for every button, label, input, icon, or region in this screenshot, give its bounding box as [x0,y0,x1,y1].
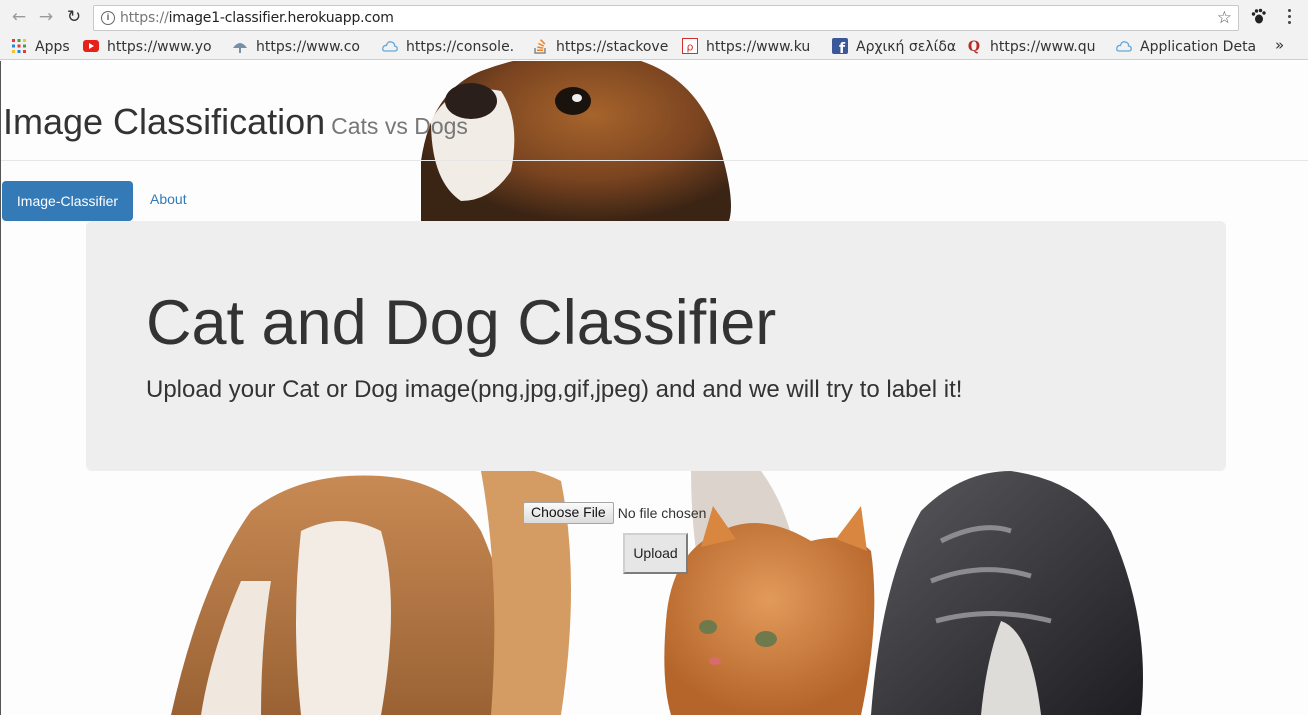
bookmarks-overflow-button[interactable]: » [1275,36,1284,54]
bookmark-star-icon[interactable]: ☆ [1217,8,1232,28]
bookmark-application[interactable]: Application Deta [1116,38,1256,56]
bookmark-console[interactable]: https://console. [382,38,518,56]
bookmark-facebook[interactable]: f Αρχική σελίδα [832,38,958,56]
bookmark-quora[interactable]: Qhttps://www.qu [966,38,1102,56]
svg-text:ρ: ρ [687,41,694,54]
bookmark-label: Αρχική σελίδα [856,39,957,55]
bookmark-youtube[interactable]: https://www.yo [83,38,217,56]
header-divider [1,160,1308,161]
apps-grid-icon [12,39,26,53]
file-status-text: No file chosen [617,505,707,521]
bookmark-apps[interactable]: Apps [11,38,73,56]
info-icon[interactable]: i [101,11,115,25]
bookmark-red-icon: ρ [682,38,698,54]
tab-image-classifier[interactable]: Image-Classifier [2,181,133,221]
cloud-icon [1116,41,1132,52]
coursera-icon [233,43,247,53]
quora-icon: Q [968,39,980,54]
url-host: image1-classifier.herokuapp.com [168,10,394,26]
bookmark-label: Apps [35,39,70,55]
jumbotron-heading: Cat and Dog Classifier [146,288,777,358]
tab-about[interactable]: About [150,191,187,207]
file-input[interactable]: Choose File No file chosen [523,502,706,524]
jumbotron: Cat and Dog Classifier Upload your Cat o… [86,221,1226,471]
upload-button[interactable]: Upload [623,533,688,574]
url-scheme: https:// [120,10,169,26]
youtube-icon [83,40,99,52]
stackoverflow-icon [534,39,546,54]
extension-footprint-icon[interactable] [1250,8,1266,24]
back-arrow-icon[interactable]: ← [10,8,28,26]
svg-text:f: f [839,41,846,54]
facebook-icon: f [832,38,848,54]
bookmark-label: https://stackove [556,39,668,55]
choose-file-button[interactable]: Choose File [523,502,614,524]
url-text[interactable]: https://image1-classifier.herokuapp.com [120,10,394,26]
page-title: Image Classification Cats vs Dogs [3,101,468,143]
bookmark-label: https://www.ku [706,39,811,55]
page-viewport: Image Classification Cats vs Dogs Image-C… [0,61,1308,715]
bookmark-stackoverflow[interactable]: https://stackove [532,38,668,56]
bookmark-label: https://www.yo [107,39,212,55]
browser-toolbar: ← → ↻ i https://image1-classifier.heroku… [0,0,1308,34]
address-bar[interactable]: i https://image1-classifier.herokuapp.co… [93,5,1239,31]
svg-text:Q: Q [968,39,980,54]
bookmark-label: https://console. [406,39,515,55]
bookmark-label: Application Deta [1140,39,1256,55]
reload-icon[interactable]: ↻ [65,8,83,26]
forward-arrow-icon[interactable]: → [37,8,55,26]
page-subtitle: Cats vs Dogs [331,113,468,139]
bookmark-coursera[interactable]: https://www.co [232,38,368,56]
cloud-icon [382,41,398,52]
bookmark-label: https://www.co [256,39,360,55]
bookmarks-bar: Apps https://www.yo https://www.co https… [0,34,1308,60]
bookmark-label: https://www.qu [990,39,1096,55]
bookmark-ku[interactable]: ρ https://www.ku [682,38,816,56]
page-title-text: Image Classification [3,101,326,142]
jumbotron-lead: Upload your Cat or Dog image(png,jpg,gif… [146,376,963,403]
browser-menu-icon[interactable] [1283,9,1297,25]
